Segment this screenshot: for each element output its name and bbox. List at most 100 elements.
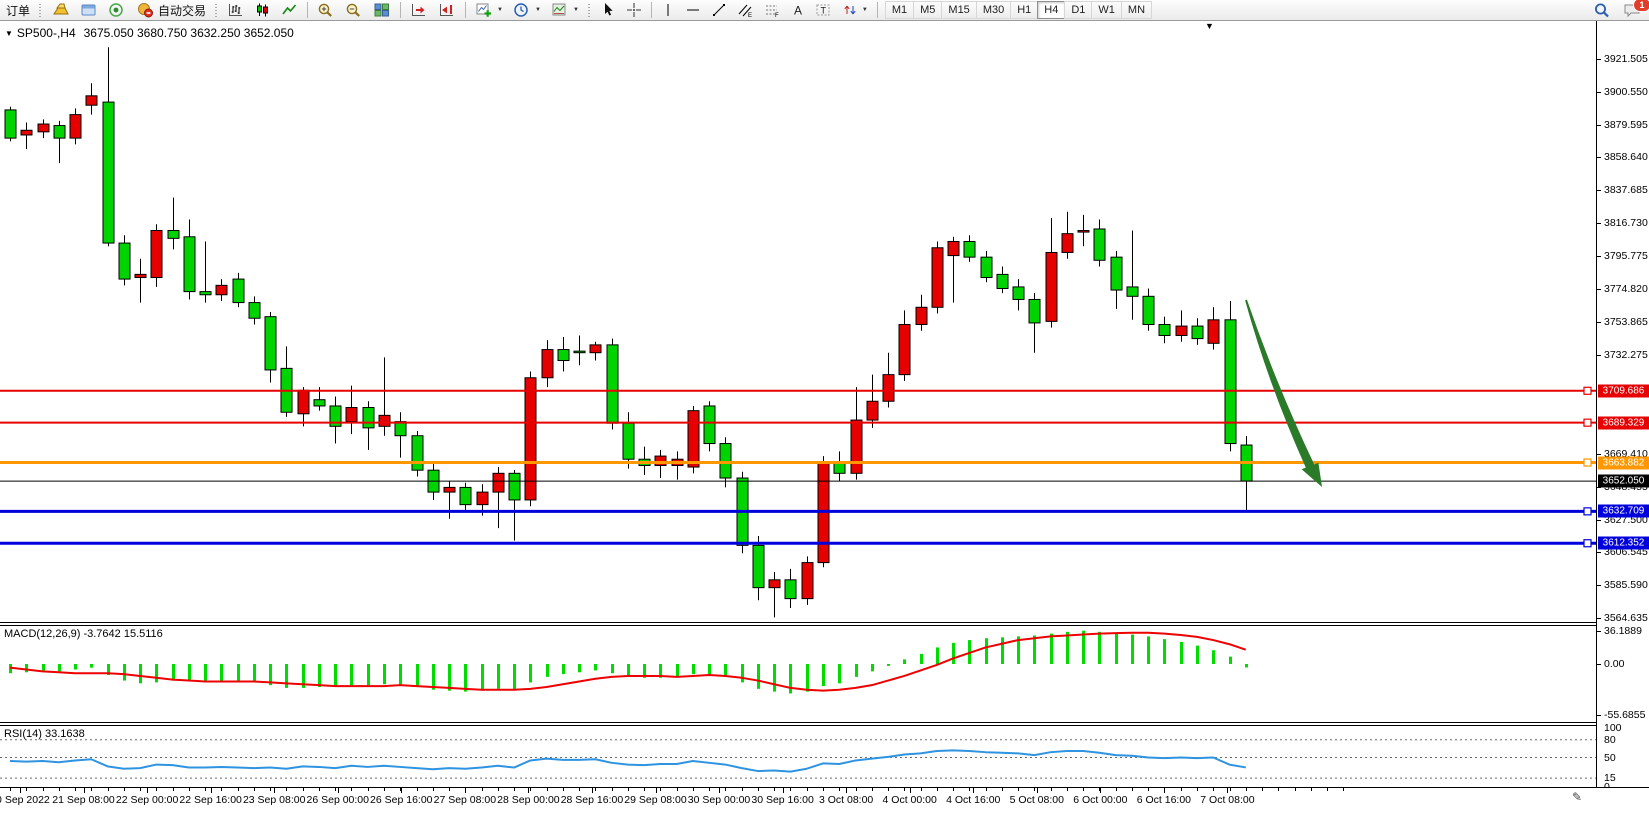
horizontal-line-button[interactable]: [681, 0, 705, 20]
arrows-button[interactable]: ▼: [838, 0, 872, 20]
timeframe-group: M1M5M15M30H1H4D1W1MN: [885, 1, 1152, 20]
time-minor-tick: [644, 788, 645, 791]
price-tick-label: 3816.730: [1604, 217, 1648, 229]
time-axis-label: 28 Sep 16:00: [561, 794, 623, 806]
equidistant-channel-button[interactable]: E: [733, 0, 758, 20]
zoom-out-button[interactable]: [341, 0, 367, 20]
pencil-icon[interactable]: ✎: [1572, 790, 1582, 804]
fibonacci-button[interactable]: F: [760, 0, 785, 20]
timeframe-button-h1[interactable]: H1: [1010, 1, 1037, 19]
periods-clock-icon: [513, 2, 531, 18]
time-axis-label: 26 Sep 16:00: [370, 794, 432, 806]
time-axis-label: 23 Sep 08:00: [243, 794, 305, 806]
chart-shift-marker[interactable]: ▼: [1205, 21, 1214, 31]
time-minor-tick: [417, 788, 418, 791]
timeframe-button-h4[interactable]: H4: [1037, 1, 1064, 19]
chevron-down-icon: ▼: [862, 7, 868, 13]
time-minor-tick: [969, 788, 970, 791]
gold-ingot-button[interactable]: [47, 0, 74, 20]
search-button[interactable]: [1589, 1, 1615, 21]
time-minor-tick: [595, 788, 596, 791]
text-icon: A: [791, 2, 805, 18]
macd-canvas[interactable]: [0, 626, 1596, 722]
toolbar-separator: [400, 2, 401, 18]
time-major-tick: [147, 788, 148, 793]
autotrading-button[interactable]: 自动交易: [132, 0, 210, 20]
price-tick: [1597, 355, 1601, 356]
timeframe-button-mn[interactable]: MN: [1121, 1, 1152, 19]
price-axis[interactable]: 3921.5053900.5503879.5953858.6403837.685…: [1596, 21, 1649, 787]
price-tick: [1597, 59, 1601, 60]
auto-scroll-icon: [410, 2, 428, 18]
indicators-button[interactable]: ▼: [471, 0, 507, 20]
text-label-button[interactable]: T: [811, 0, 836, 20]
chart-shift-button[interactable]: [434, 0, 460, 20]
cursor-button[interactable]: [596, 0, 620, 20]
time-major-tick: [401, 788, 402, 793]
time-minor-tick: [173, 788, 174, 791]
price-level-badge: 3632.709: [1598, 505, 1649, 518]
time-minor-tick: [1327, 788, 1328, 791]
time-minor-tick: [921, 788, 922, 791]
time-minor-tick: [1116, 788, 1117, 791]
time-minor-tick: [108, 788, 109, 791]
chart-ohlc-values: 3675.050 3680.750 3632.250 3652.050: [84, 26, 294, 40]
new-order-button[interactable]: 订单: [2, 0, 34, 20]
periods-button[interactable]: ▼: [509, 0, 545, 20]
time-axis[interactable]: ✎ 20 Sep 202221 Sep 08:0022 Sep 00:0022 …: [0, 787, 1649, 820]
timeframe-button-m1[interactable]: M1: [885, 1, 913, 19]
time-minor-tick: [725, 788, 726, 791]
time-major-tick: [1100, 788, 1101, 793]
timeframe-button-d1[interactable]: D1: [1064, 1, 1091, 19]
toolbar-grip[interactable]: [587, 3, 592, 18]
time-axis-label: 20 Sep 2022: [0, 794, 50, 806]
tile-windows-button[interactable]: [369, 0, 395, 20]
templates-button[interactable]: ▼: [547, 0, 583, 20]
time-minor-tick: [205, 788, 206, 791]
price-tick: [1597, 92, 1601, 93]
trendline-button[interactable]: [707, 0, 731, 20]
time-minor-tick: [677, 788, 678, 791]
main-chart-panel[interactable]: ▼SP500-,H43675.050 3680.750 3632.250 365…: [0, 21, 1596, 622]
rsi-canvas[interactable]: [0, 726, 1596, 787]
signal-icon: [108, 2, 126, 18]
macd-indicator-panel[interactable]: MACD(12,26,9) -3.7642 15.5116: [0, 626, 1596, 722]
rsi-label: RSI(14) 33.1638: [4, 728, 85, 740]
bar-chart-button[interactable]: [223, 0, 248, 20]
chart-collapse-icon[interactable]: ▼: [5, 29, 13, 38]
timeframe-button-w1[interactable]: W1: [1091, 1, 1121, 19]
toolbar-grip[interactable]: [214, 3, 219, 18]
time-axis-label: 30 Sep 16:00: [751, 794, 813, 806]
toolbar-grip[interactable]: [38, 3, 43, 18]
time-minor-tick: [790, 788, 791, 791]
mt4-terminal-window: { "toolbar": { "new_order_label": "订单", …: [0, 0, 1649, 820]
signal-button[interactable]: [104, 0, 130, 20]
candlestick-chart-canvas[interactable]: [0, 21, 1596, 622]
templates-icon: [551, 2, 569, 18]
timeframe-button-m15[interactable]: M15: [941, 1, 975, 19]
vertical-line-button[interactable]: [657, 0, 679, 20]
zoom-out-icon: [345, 2, 363, 18]
candlestick-chart-button[interactable]: [250, 0, 275, 20]
line-chart-button[interactable]: [277, 0, 302, 20]
time-axis-label: 26 Sep 00:00: [307, 794, 369, 806]
timeframe-button-m30[interactable]: M30: [976, 1, 1010, 19]
notifications-button[interactable]: 1: [1619, 1, 1646, 21]
zoom-in-button[interactable]: [313, 0, 339, 20]
time-axis-label: 6 Oct 16:00: [1137, 794, 1191, 806]
timeframe-button-m5[interactable]: M5: [913, 1, 941, 19]
rsi-indicator-panel[interactable]: RSI(14) 33.1638: [0, 726, 1596, 787]
crosshair-button[interactable]: [622, 0, 646, 20]
window-button[interactable]: [76, 0, 102, 20]
time-major-tick: [20, 788, 21, 793]
current-price-badge: 3652.050: [1598, 475, 1649, 488]
time-major-tick: [338, 788, 339, 793]
chart-header: ▼SP500-,H43675.050 3680.750 3632.250 365…: [5, 26, 294, 40]
time-minor-tick: [1278, 788, 1279, 791]
time-axis-label: 21 Sep 08:00: [52, 794, 114, 806]
time-minor-tick: [807, 788, 808, 791]
time-minor-tick: [839, 788, 840, 791]
auto-scroll-button[interactable]: [406, 0, 432, 20]
text-button[interactable]: A: [787, 0, 809, 20]
rsi-axis-label: 50: [1604, 752, 1616, 764]
